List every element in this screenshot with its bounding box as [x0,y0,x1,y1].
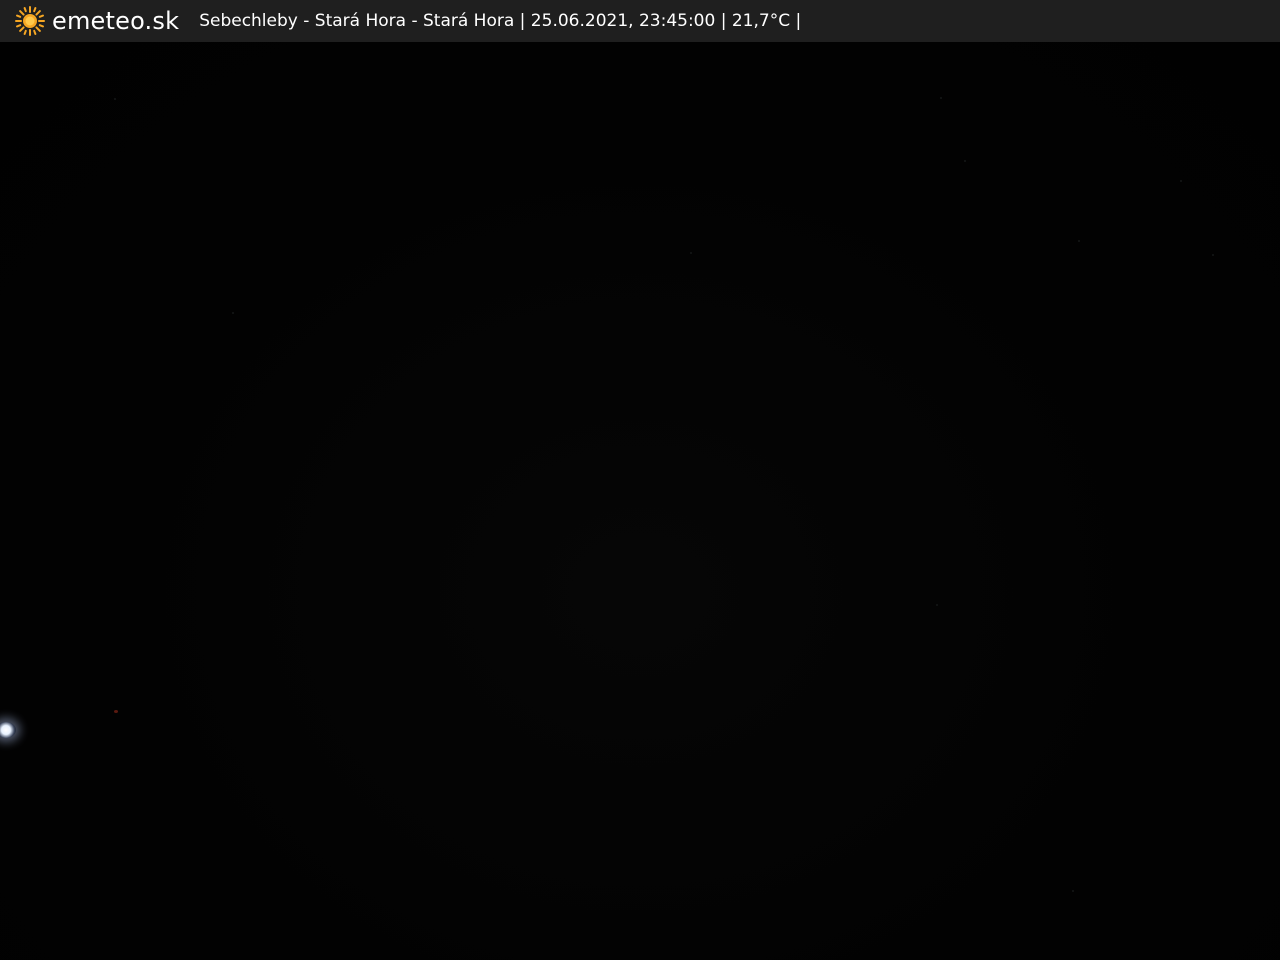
star [940,97,942,99]
star [114,98,116,100]
webcam-frame: emeteo.sk Sebechleby - Stará Hora - Star… [0,0,1280,960]
webcam-caption: Sebechleby - Stará Hora - Stará Hora | 2… [199,11,802,31]
star [936,604,938,606]
distant-light [0,722,16,738]
sun-icon [15,6,45,36]
star [1072,890,1074,892]
star [964,160,966,162]
distant-red-light [114,710,118,713]
star [1180,180,1182,182]
star [690,252,692,254]
star [1078,240,1080,242]
brand-logo-text: emeteo.sk [52,7,180,35]
night-sky-image [0,42,1280,960]
caption-bar: emeteo.sk Sebechleby - Stará Hora - Star… [0,0,1280,42]
star [232,312,234,314]
star [1212,254,1214,256]
